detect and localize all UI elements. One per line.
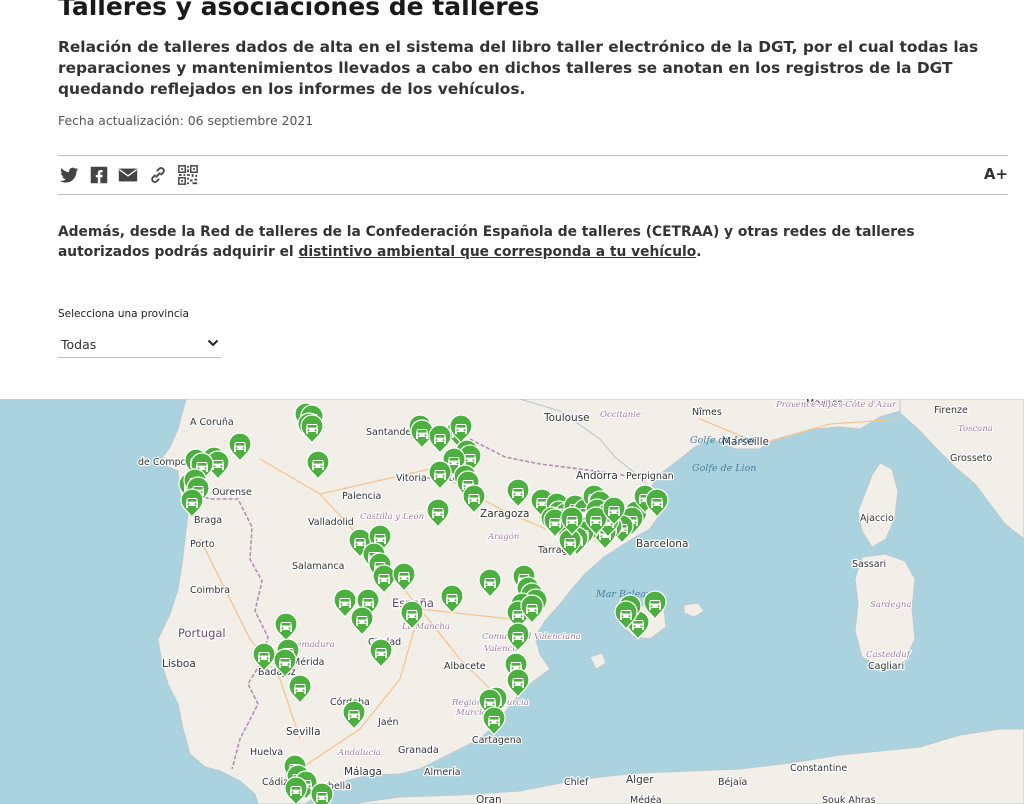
twitter-icon[interactable]	[58, 164, 80, 186]
map-label: Cagliari	[868, 661, 904, 672]
map-label: Toulouse	[543, 412, 590, 424]
map-label: Huelva	[250, 747, 283, 758]
map-label: Jaén	[377, 717, 399, 728]
map-label: Castilla y León	[360, 511, 424, 522]
map-label: Salamanca	[292, 561, 344, 572]
facebook-icon[interactable]	[88, 164, 110, 186]
font-size-button[interactable]: A+	[984, 165, 1008, 183]
land-ibiza	[589, 652, 607, 670]
map-label: Ajaccio	[860, 513, 894, 524]
map-label: Occitanie	[600, 410, 641, 420]
map-label: Comunidad Valenciana	[482, 632, 581, 642]
workshops-map[interactable]: A Coruñade CompostelaSantanderVitoria-Ga…	[0, 399, 1024, 804]
map-label: Aragón	[487, 531, 519, 542]
map-label: Lisboa	[162, 658, 196, 670]
map-label: Castedduf	[866, 650, 912, 660]
map-label: Toscana	[958, 424, 993, 434]
map-label: Provence-Alpes-Côte d'Azur	[775, 399, 897, 410]
map-label: Valladolid	[308, 517, 354, 528]
map-label: Cádiz	[262, 777, 288, 788]
province-select-value: Todas	[61, 337, 97, 352]
map-label: Mérida	[292, 657, 324, 668]
map-label: Málaga	[344, 766, 382, 778]
page-intro: Relación de talleres dados de alta en el…	[58, 38, 979, 98]
map-label: Cartagena	[472, 735, 522, 746]
map-label: Almería	[424, 767, 461, 778]
map-label: Grosseto	[950, 453, 992, 464]
map-label: Andorra	[576, 470, 618, 482]
paragraph-end: .	[696, 244, 702, 260]
map-label: A Coruña	[190, 417, 234, 428]
map-label: Albacete	[444, 661, 486, 672]
link-icon[interactable]	[147, 164, 169, 186]
page-title: Talleres y asociaciones de talleres	[58, 0, 540, 21]
map-label: Portugal	[178, 626, 226, 640]
map-label: Granada	[398, 745, 439, 756]
cetraa-paragraph: Además, desde la Red de talleres de la C…	[58, 222, 1008, 262]
map-label: Souk Ahras	[822, 795, 876, 804]
map-label: Barcelona	[636, 538, 688, 550]
map-label: Médéa	[630, 795, 662, 804]
map-label: Sardegna	[870, 600, 911, 610]
map-label: Nîmes	[692, 407, 722, 418]
workshop-marker[interactable]	[310, 782, 334, 804]
map-label: Palencia	[342, 491, 381, 502]
map-label: Oran	[476, 794, 502, 804]
map-label: Sassari	[852, 559, 886, 570]
map-label: Porto	[190, 539, 215, 550]
map-label: Béjaïa	[718, 777, 747, 788]
qr-code-icon[interactable]	[177, 164, 199, 186]
province-select-label: Selecciona una provincia	[58, 308, 189, 320]
map-label: Andalucía	[337, 747, 381, 758]
map-label: Murcia	[455, 708, 487, 718]
update-date: Fecha actualización: 06 septiembre 2021	[58, 113, 314, 128]
land-italy	[899, 399, 1024, 540]
distintivo-ambiental-link[interactable]: distintivo ambiental que corresponda a t…	[298, 244, 696, 260]
map-label: Braga	[194, 515, 222, 526]
map-label: Ourense	[212, 487, 252, 498]
province-select[interactable]: Todas	[58, 331, 221, 358]
map-label: Alger	[626, 774, 654, 786]
map-label: Santander	[366, 427, 415, 438]
share-toolbar: A+	[58, 155, 1008, 195]
map-label: Golfe de Lion	[692, 463, 756, 474]
land-menorca	[683, 602, 705, 618]
map-label: Perpignan	[626, 471, 674, 482]
map-label: Zaragoza	[480, 508, 529, 520]
map-label: Sevilla	[286, 726, 321, 738]
chevron-down-icon	[207, 339, 219, 347]
land-corsica	[857, 462, 899, 548]
map-label: Constantine	[790, 763, 847, 774]
map-label: Golfe du Lion	[690, 435, 755, 446]
map-label: Coimbra	[190, 585, 230, 596]
email-icon[interactable]	[117, 164, 139, 186]
map-label: Firenze	[934, 405, 968, 416]
map-label: Chlef	[564, 777, 589, 788]
